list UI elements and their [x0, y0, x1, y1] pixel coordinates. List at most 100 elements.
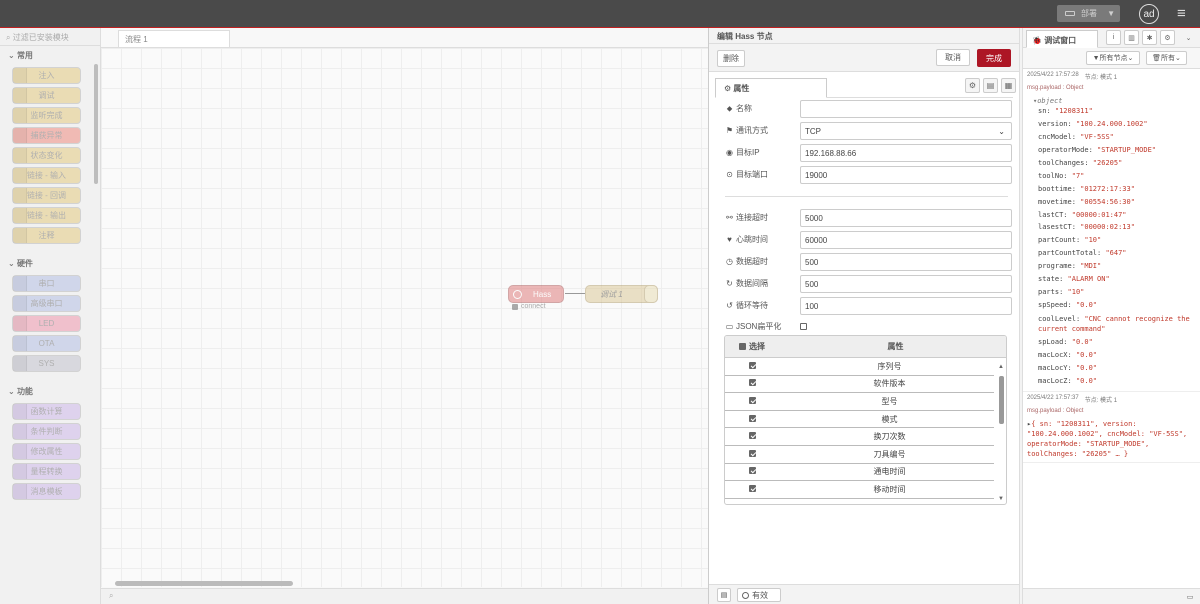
book-icon[interactable]: ▥: [1124, 30, 1139, 45]
palette-node[interactable]: 调试: [12, 87, 81, 104]
table-row[interactable]: 移动时间: [725, 481, 994, 499]
palette-node[interactable]: 串口: [12, 275, 81, 292]
description-icon[interactable]: ▤: [983, 78, 998, 93]
property-entry: coolLevel: "CNC cannot recognize the cur…: [1038, 315, 1190, 333]
table-row[interactable]: 通电时间: [725, 464, 994, 482]
field-ip: ◉ 目标IP 192.168.88.66: [725, 144, 1015, 162]
gear-icon[interactable]: ⚙: [965, 78, 980, 93]
heartbeat-input[interactable]: 60000: [800, 231, 1012, 249]
palette-node[interactable]: 函数计算: [12, 403, 81, 420]
protocol-select[interactable]: TCP ⌄: [800, 122, 1012, 140]
palette-node[interactable]: 状态变化: [12, 147, 81, 164]
chevron-down-icon[interactable]: ⌄: [1181, 30, 1196, 45]
node-palette: ⌕ 过滤已安装模块 ⌄ 常用 注入调试监听完成捕获异常状态变化链接 - 输入 链接…: [0, 28, 101, 604]
data-interval-input[interactable]: 500: [800, 275, 1012, 293]
workspace-scrollbar[interactable]: [115, 581, 293, 586]
loop-wait-input[interactable]: 100: [800, 297, 1012, 315]
delete-button[interactable]: 删除: [717, 50, 745, 67]
chevron-down-icon[interactable]: ▼: [1107, 9, 1115, 18]
port-input[interactable]: 19000: [800, 166, 1012, 184]
filter-nodes-button[interactable]: ▼ 所有节点 ⌄: [1086, 51, 1140, 65]
message-summary[interactable]: ▸{ sn: "1208311", version: "100.24.000.1…: [1027, 419, 1196, 459]
scroll-down-icon[interactable]: ▼: [998, 496, 1004, 502]
debug-icon[interactable]: ✱: [1142, 30, 1157, 45]
palette-node[interactable]: 链接 - 回调: [12, 187, 81, 204]
table-row[interactable]: 型号: [725, 393, 994, 411]
editor-title: 编辑 Hass 节点: [709, 28, 1019, 44]
table-row[interactable]: 模式: [725, 411, 994, 429]
node-icon-button[interactable]: ▤: [717, 588, 731, 602]
flow-canvas[interactable]: Hass connect 调试 1: [101, 47, 708, 587]
row-checkbox[interactable]: [749, 414, 756, 422]
json-flatten-checkbox[interactable]: [800, 323, 807, 330]
enabled-toggle[interactable]: 有效: [737, 588, 781, 602]
palette-search-input[interactable]: ⌕ 过滤已安装模块: [0, 28, 100, 46]
editor-tabs: ⚙ 属性 ⚙ ▤ ▦: [715, 76, 1016, 98]
clear-messages-button[interactable]: 🗑 所有 ⌄: [1146, 51, 1187, 65]
table-row[interactable]: 序列号: [725, 358, 994, 376]
palette-node[interactable]: 捕获异常: [12, 127, 81, 144]
tab-debug[interactable]: 🐞 调试窗口: [1026, 30, 1098, 48]
debug-node[interactable]: 调试 1: [585, 285, 658, 303]
row-checkbox[interactable]: [749, 467, 756, 475]
row-checkbox[interactable]: [749, 432, 756, 440]
tab-flow-1[interactable]: 流程 1: [118, 30, 230, 47]
select-all-checkbox[interactable]: [739, 343, 746, 350]
palette-category-common[interactable]: ⌄ 常用: [0, 46, 100, 64]
table-row[interactable]: 刀具编号: [725, 446, 994, 464]
object-expander[interactable]: ▾object: [1027, 97, 1196, 105]
palette-node[interactable]: 高级串口: [12, 295, 81, 312]
ip-input[interactable]: 192.168.88.66: [800, 144, 1012, 162]
palette-node[interactable]: 链接 - 输出: [12, 207, 81, 224]
sidebar-tabs: 🐞 调试窗口 i ▥ ✱ ⚙ ⌄: [1023, 28, 1200, 48]
table-row[interactable]: 软件版本: [725, 376, 994, 394]
tab-properties[interactable]: ⚙ 属性: [715, 78, 827, 98]
conn-timeout-input[interactable]: 5000: [800, 209, 1012, 227]
info-icon[interactable]: i: [1106, 30, 1121, 45]
palette-node[interactable]: LED: [12, 315, 81, 332]
palette-node[interactable]: 条件判断: [12, 423, 81, 440]
debug-message[interactable]: 2025/4/22 17:57:28 节点: 模式 1 msg.payload :…: [1023, 69, 1200, 392]
row-checkbox[interactable]: [749, 379, 756, 387]
done-button[interactable]: 完成: [977, 49, 1011, 67]
palette-node[interactable]: 修改属性: [12, 443, 81, 460]
palette-category-hardware[interactable]: ⌄ 硬件: [0, 254, 100, 272]
property-entry: version: "100.24.000.1002": [1038, 119, 1148, 128]
popout-icon[interactable]: ▭: [1184, 591, 1196, 602]
palette-node[interactable]: 注入: [12, 67, 81, 84]
data-timeout-input[interactable]: 500: [800, 253, 1012, 271]
table-row[interactable]: 换刀次数: [725, 428, 994, 446]
palette-node[interactable]: OTA: [12, 335, 81, 352]
refresh-icon: ↻: [726, 279, 733, 288]
name-input[interactable]: [800, 100, 1012, 118]
property-entry: parts: "10": [1038, 288, 1085, 297]
palette-node[interactable]: SYS: [12, 355, 81, 372]
search-icon[interactable]: ⌕: [109, 591, 113, 600]
app-header: 部署 ▼ ad ≡: [0, 0, 1200, 28]
table-scrollbar[interactable]: ▲ ▼: [998, 364, 1004, 502]
scroll-up-icon[interactable]: ▲: [998, 364, 1004, 370]
row-checkbox[interactable]: [749, 396, 756, 404]
cancel-button[interactable]: 取消: [936, 49, 970, 66]
palette-node[interactable]: 注释: [12, 227, 81, 244]
palette-category-function[interactable]: ⌄ 功能: [0, 382, 100, 400]
deploy-button[interactable]: 部署 ▼: [1057, 5, 1120, 22]
palette-node[interactable]: 消息模板: [12, 483, 81, 500]
row-checkbox[interactable]: [749, 449, 756, 457]
palette-scrollbar[interactable]: [94, 64, 98, 184]
debug-message[interactable]: 2025/4/22 17:57:37 节点: 模式 1 msg.payload :…: [1023, 392, 1200, 463]
debug-toggle-button[interactable]: [644, 285, 658, 303]
user-avatar[interactable]: ad: [1139, 4, 1159, 24]
row-checkbox[interactable]: [749, 361, 756, 369]
palette-node[interactable]: 链接 - 输入: [12, 167, 81, 184]
flow-wire[interactable]: [565, 293, 585, 294]
gear-icon[interactable]: ⚙: [1160, 30, 1175, 45]
palette-node[interactable]: 监听完成: [12, 107, 81, 124]
appearance-icon[interactable]: ▦: [1001, 78, 1016, 93]
field-protocol: ⚑ 通讯方式 TCP ⌄: [725, 122, 1015, 140]
property-entry: partCountTotal: "647": [1038, 249, 1127, 258]
hamburger-icon[interactable]: ≡: [1177, 6, 1186, 21]
row-checkbox[interactable]: [749, 484, 756, 492]
palette-node[interactable]: 量程转换: [12, 463, 81, 480]
hass-node[interactable]: Hass: [508, 285, 564, 303]
